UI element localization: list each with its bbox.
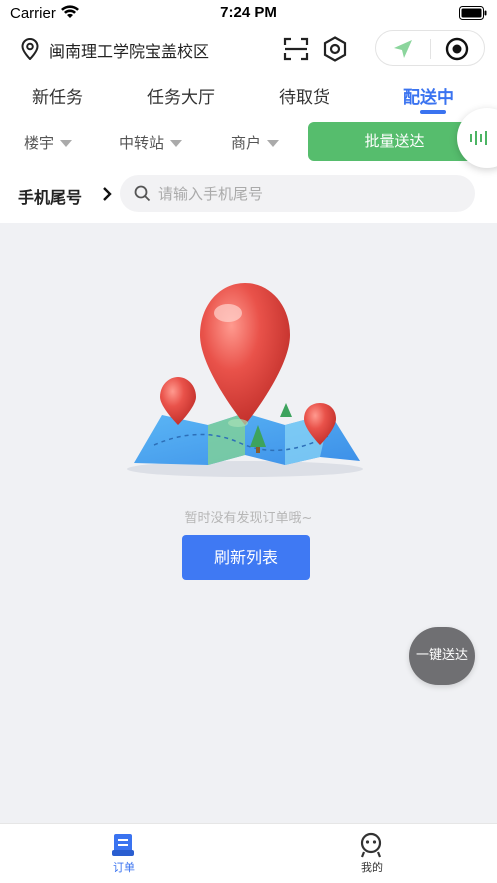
caret-down-icon <box>60 140 73 147</box>
empty-message: 暂时没有发现订单哦~ <box>184 511 313 526</box>
tab-pending-pickup[interactable]: 待取货 <box>279 83 330 108</box>
caret-down-icon <box>267 140 280 147</box>
one-key-deliver-button[interactable]: 一键送达 <box>409 627 475 685</box>
mini-program-capsule <box>375 30 485 66</box>
tabbar-label-orders: 订单 <box>113 861 135 874</box>
profile-icon <box>360 832 382 858</box>
battery-icon <box>459 6 487 20</box>
phone-tail-search-input[interactable] <box>158 175 458 212</box>
voice-wave-icon <box>470 131 487 145</box>
status-time: 7:24 PM <box>220 4 277 21</box>
status-bar: Carrier 7:24 PM <box>0 0 497 28</box>
batch-deliver-button[interactable]: 批量送达 <box>308 122 481 161</box>
filter-transfer-station[interactable]: 中转站 <box>119 132 183 153</box>
capsule-divider <box>430 39 431 59</box>
active-tab-indicator <box>420 110 446 114</box>
empty-map-illustration <box>127 283 363 477</box>
navigation-arrow-icon[interactable] <box>392 39 414 59</box>
phone-tail-label[interactable]: 手机尾号 <box>18 184 82 208</box>
search-icon <box>134 185 151 202</box>
bottom-tab-bar: 订单 我的 <box>0 823 497 883</box>
scan-icon[interactable] <box>283 37 309 61</box>
tabbar-item-profile[interactable]: 我的 <box>248 824 496 883</box>
chevron-right-icon[interactable] <box>101 186 113 202</box>
order-icon <box>112 834 134 856</box>
refresh-list-button[interactable]: 刷新列表 <box>182 535 310 580</box>
location-name[interactable]: 闽南理工学院宝盖校区 <box>49 38 209 62</box>
filter-building[interactable]: 楼宇 <box>24 132 73 153</box>
filter-transfer-station-label: 中转站 <box>119 134 165 152</box>
filter-merchant-label: 商户 <box>231 134 262 152</box>
filter-merchant[interactable]: 商户 <box>231 132 280 153</box>
search-box <box>120 175 475 212</box>
record-icon[interactable] <box>445 37 469 61</box>
target-icon[interactable] <box>322 36 348 62</box>
filter-building-label: 楼宇 <box>24 134 55 152</box>
task-tabs: 新任务 任务大厅 待取货 配送中 <box>0 78 497 122</box>
location-pin-icon <box>21 38 39 60</box>
tabbar-item-orders[interactable]: 订单 <box>0 824 248 883</box>
tabbar-label-profile: 我的 <box>361 861 383 874</box>
tab-delivering[interactable]: 配送中 <box>403 83 454 108</box>
tab-task-hall[interactable]: 任务大厅 <box>147 83 215 108</box>
caret-down-icon <box>170 140 183 147</box>
header: 闽南理工学院宝盖校区 新任务 任务大厅 待取货 配送中 楼宇 中转站 商户 批量… <box>0 28 497 223</box>
tab-new-task[interactable]: 新任务 <box>32 83 83 108</box>
